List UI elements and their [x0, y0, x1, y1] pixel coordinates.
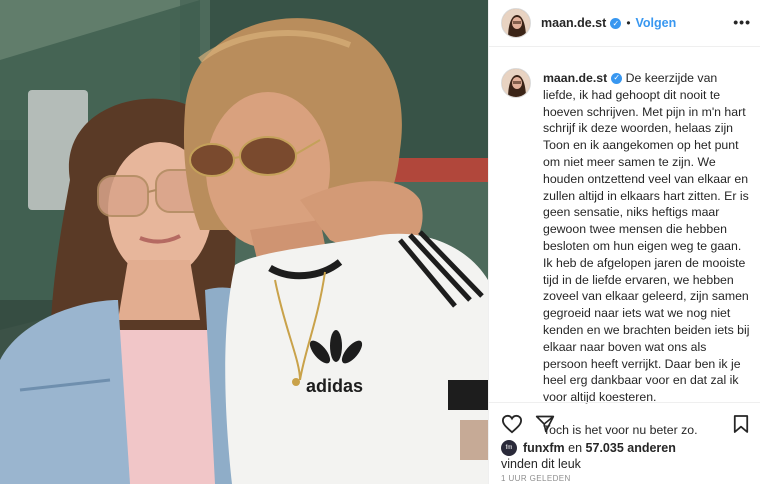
- likes-count[interactable]: 57.035 anderen: [586, 441, 676, 455]
- likes-row: fm funxfm en 57.035 anderen: [501, 440, 751, 456]
- caption-paragraph-2: Ik heb de afgelopen jaren de mooiste tij…: [543, 255, 750, 405]
- couple-photo-illustration: adidas: [0, 0, 488, 484]
- header-separator: •: [626, 16, 631, 30]
- likes-connector: en: [568, 441, 583, 455]
- post-side-panel: maan.de.st ✓ • Volgen ••• maan.de.st ✓ De…: [488, 0, 760, 484]
- liker-avatar[interactable]: fm: [501, 440, 517, 456]
- paper-plane-icon[interactable]: [535, 414, 555, 434]
- liker-username[interactable]: funxfm: [523, 441, 565, 455]
- caption-area: maan.de.st ✓ De keerzijde van liefde, ik …: [489, 62, 760, 437]
- more-options-icon[interactable]: •••: [733, 15, 751, 29]
- caption-paragraph-1: maan.de.st ✓ De keerzijde van liefde, ik …: [543, 70, 753, 255]
- action-bar: [489, 402, 760, 442]
- avatar-image: [502, 9, 530, 37]
- heart-icon[interactable]: [501, 414, 523, 434]
- follow-button[interactable]: Volgen: [636, 16, 677, 30]
- caption-body-1: De keerzijde van liefde, ik had gehoopt …: [543, 71, 749, 253]
- bookmark-icon[interactable]: [733, 414, 749, 434]
- avatar[interactable]: [501, 8, 531, 38]
- caption-avatar[interactable]: [501, 68, 531, 98]
- shirt-brand-text: adidas: [306, 376, 363, 396]
- likes-summary: fm funxfm en 57.035 anderen vinden dit l…: [501, 440, 751, 471]
- post-timestamp[interactable]: 1 UUR GELEDEN: [501, 474, 571, 483]
- likes-suffix: vinden dit leuk: [501, 457, 581, 471]
- verified-badge-icon: ✓: [611, 73, 623, 85]
- post-header: maan.de.st ✓ • Volgen •••: [489, 0, 760, 47]
- verified-badge-icon: ✓: [610, 17, 622, 29]
- caption-text: maan.de.st ✓ De keerzijde van liefde, ik …: [543, 70, 753, 439]
- header-username[interactable]: maan.de.st: [541, 16, 606, 30]
- caption-username[interactable]: maan.de.st: [543, 71, 607, 85]
- avatar-image: [502, 69, 530, 97]
- post-photo[interactable]: adidas: [0, 0, 488, 484]
